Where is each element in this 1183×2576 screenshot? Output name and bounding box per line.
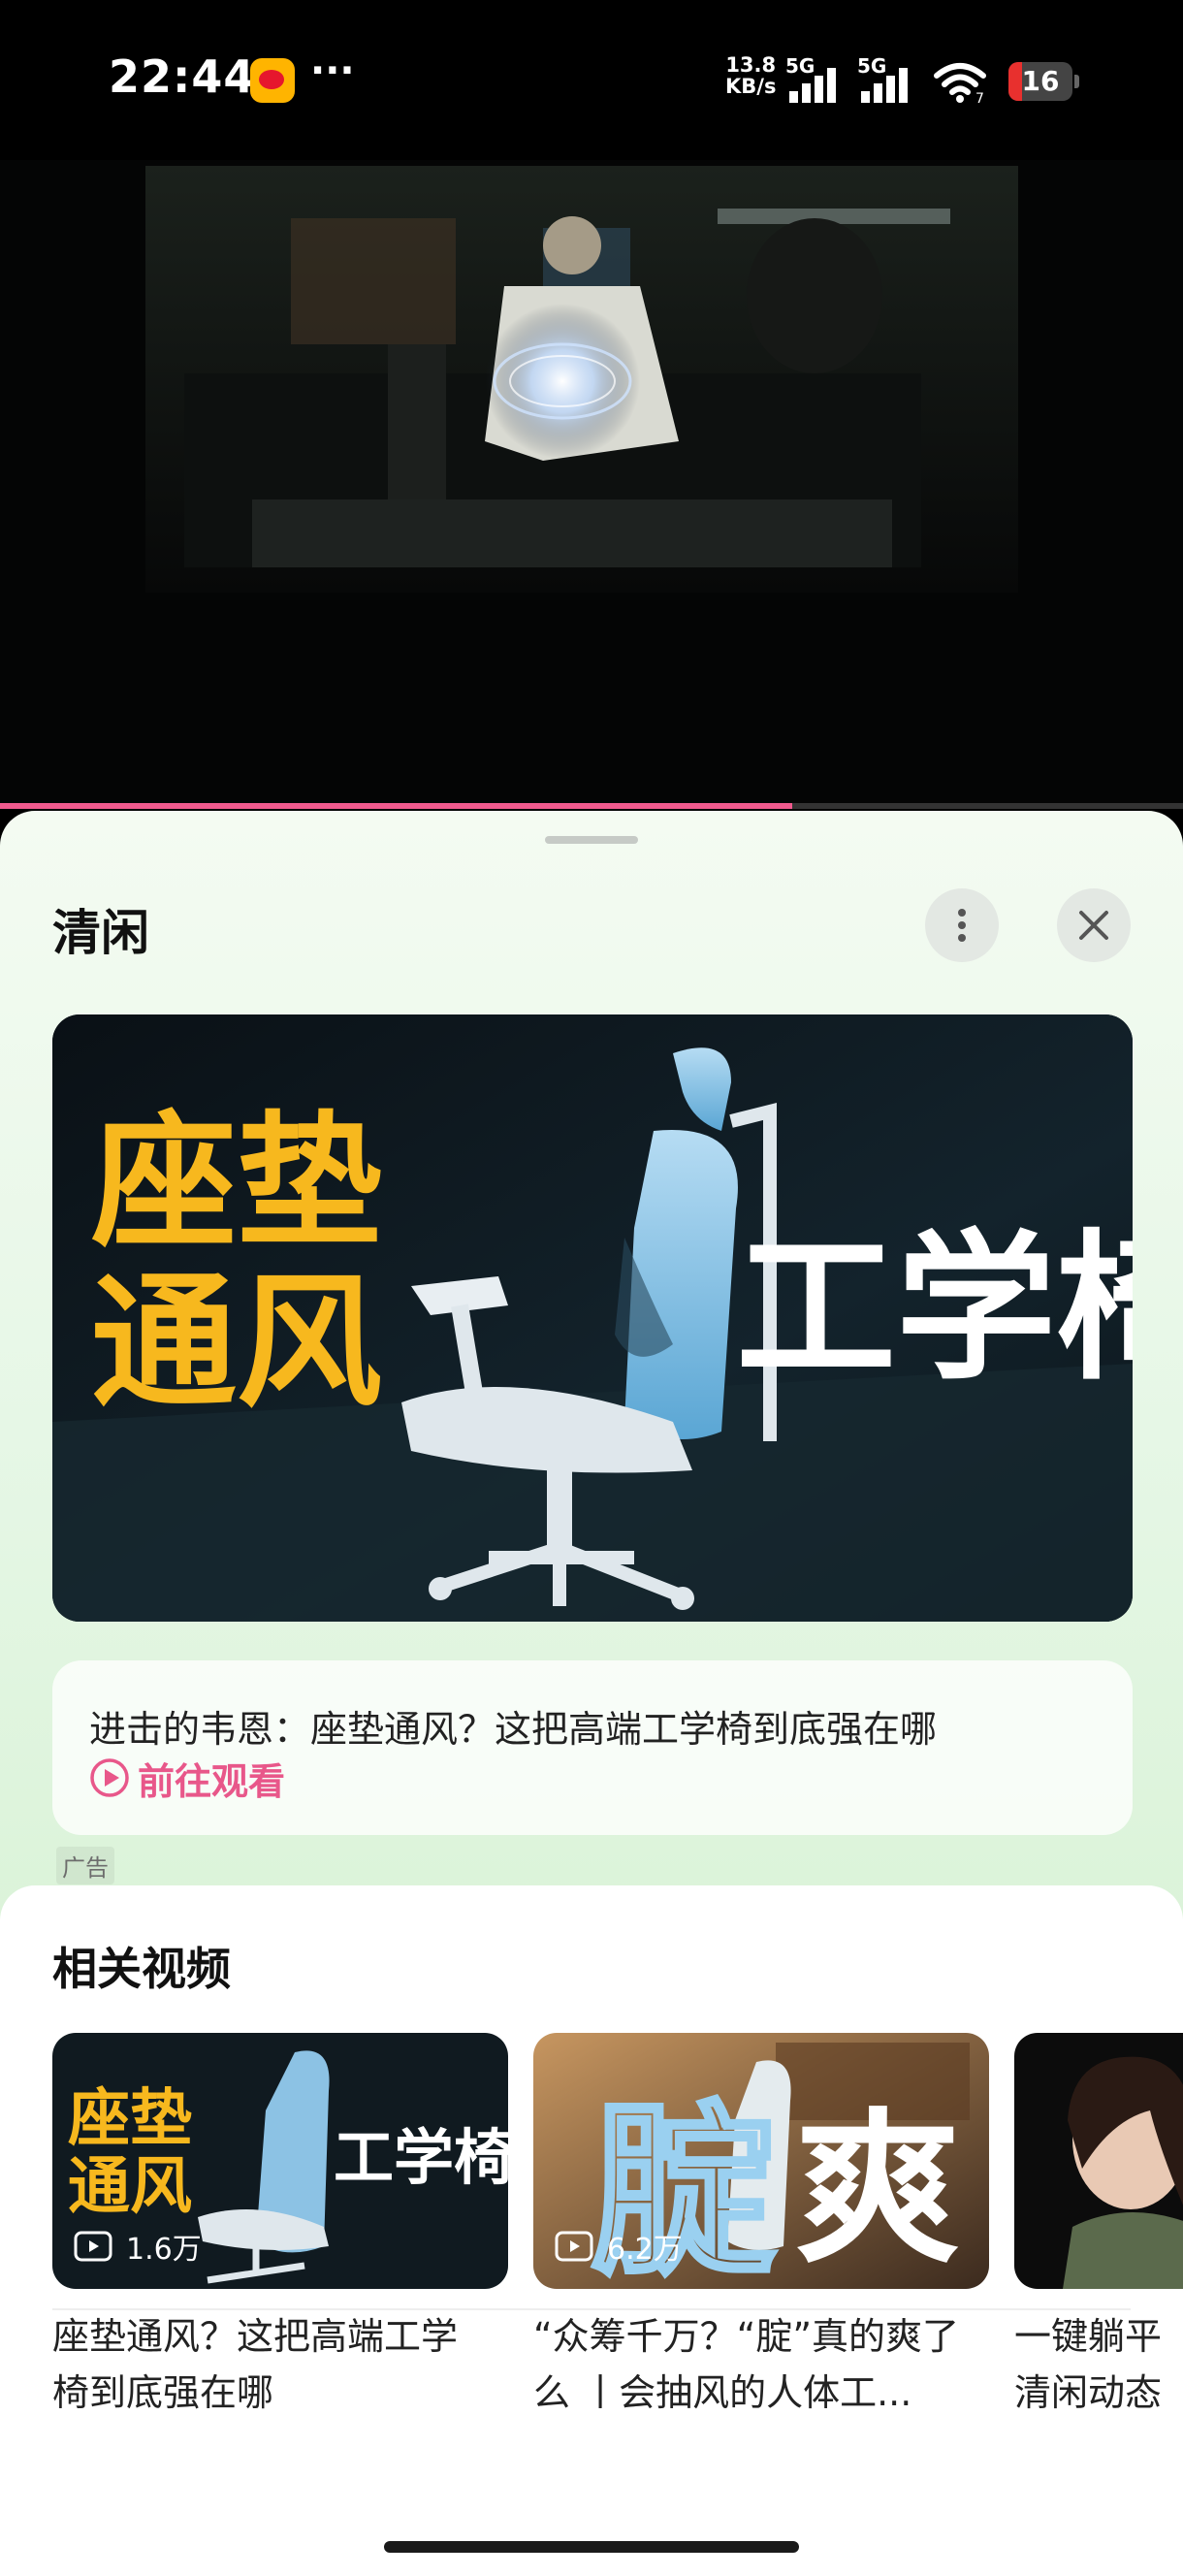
status-more-icon: ··· — [310, 48, 355, 93]
net-speed-unit: KB/s — [725, 75, 777, 98]
thumb-text-3: 工学椅 — [334, 2122, 508, 2193]
view-count: 6.2万 — [555, 2225, 683, 2268]
ad-label: 广告 — [56, 1847, 114, 1884]
play-count-icon — [555, 2231, 593, 2262]
video-player[interactable] — [0, 160, 1183, 805]
vertical-dots-icon — [958, 909, 966, 942]
wifi-label: 7 — [975, 91, 984, 103]
related-video-caption: 座垫通风？这把高端工学 椅到底强在哪 — [52, 2315, 459, 2414]
related-video-card[interactable]: 腚 爽 6.2万 “众筹千万？“腚”真的爽了 么 丨会抽风的人体工... — [533, 2033, 989, 2421]
video-progress-fill — [0, 803, 793, 809]
battery-level: 16 — [1021, 65, 1060, 97]
related-videos-section: 相关视频 座垫 通风 工学椅 1.6万 座垫通风？这把高端工学 椅到底强在哪 腚… — [0, 1885, 1183, 2576]
battery-icon: 16 — [1008, 62, 1079, 101]
section-divider — [52, 2308, 1131, 2310]
close-icon — [1079, 911, 1108, 940]
related-video-card[interactable]: 座垫 通风 工学椅 1.6万 座垫通风？这把高端工学 椅到底强在哪 — [52, 2033, 508, 2421]
net-speed-value: 13.8 — [725, 53, 777, 77]
thumb-text-1: 座垫 — [68, 2083, 192, 2155]
thumbnail-graphic — [1014, 2033, 1183, 2289]
view-count: 1.6万 — [74, 2225, 202, 2268]
ad-text-line2: 通风 — [91, 1259, 382, 1428]
drag-handle[interactable] — [545, 836, 638, 844]
close-button[interactable] — [1057, 888, 1131, 962]
net-speed: 13.8 KB/s — [725, 54, 776, 97]
ad-card-title: 进击的韦恩：座垫通风？这把高端工学椅到底强在哪 — [89, 1708, 938, 1751]
play-count-icon — [74, 2231, 112, 2262]
more-options-button[interactable] — [925, 888, 999, 962]
thumb-text-white: 爽 — [795, 2094, 960, 2286]
status-bar: 22:44 ··· 13.8 KB/s 5G 5G 7 16 — [0, 0, 1183, 160]
ad-banner-image[interactable]: 座垫 通风 工学椅 — [52, 1014, 1133, 1622]
related-video-thumbnail[interactable]: 座垫 通风 工学椅 1.6万 — [52, 2033, 508, 2289]
view-count-value: 6.2万 — [607, 2233, 683, 2267]
watch-now-link[interactable]: 前往观看 — [89, 1755, 285, 1803]
related-videos-title: 相关视频 — [52, 1943, 231, 1995]
bottom-sheet: 清闲 座垫 通风 工学 进击的韦恩：座垫通风？这把高端工学椅到底强在哪 前往观看… — [0, 811, 1183, 2576]
related-video-thumbnail[interactable]: 腚 爽 6.2万 — [533, 2033, 989, 2289]
ad-info-card[interactable]: 进击的韦恩：座垫通风？这把高端工学椅到底强在哪 前往观看 — [52, 1660, 1133, 1835]
ad-text-line1: 座垫 — [91, 1099, 382, 1268]
view-count-value: 1.6万 — [126, 2233, 202, 2267]
play-circle-icon — [90, 1758, 129, 1797]
home-indicator[interactable] — [384, 2541, 799, 2553]
video-frame — [0, 160, 1183, 805]
status-time: 22:44 — [109, 50, 256, 103]
video-progress-bar[interactable] — [0, 803, 1183, 809]
related-video-caption: 一键躺平 清闲动态 — [1014, 2315, 1163, 2414]
ad-banner-graphic: 座垫 通风 工学椅 — [52, 1014, 1133, 1622]
related-video-card[interactable]: 一键躺平 清闲动态 — [1014, 2033, 1183, 2421]
weibo-icon — [250, 58, 295, 103]
sheet-title: 清闲 — [52, 905, 149, 961]
related-video-caption: “众筹千万？“腚”真的爽了 么 丨会抽风的人体工... — [533, 2315, 960, 2414]
related-video-thumbnail[interactable] — [1014, 2033, 1183, 2289]
wifi-icon: 7 — [934, 63, 986, 103]
ad-text-white: 工学椅 — [736, 1215, 1133, 1401]
watch-now-label: 前往观看 — [138, 1759, 286, 1803]
thumb-text-2: 通风 — [68, 2151, 192, 2223]
